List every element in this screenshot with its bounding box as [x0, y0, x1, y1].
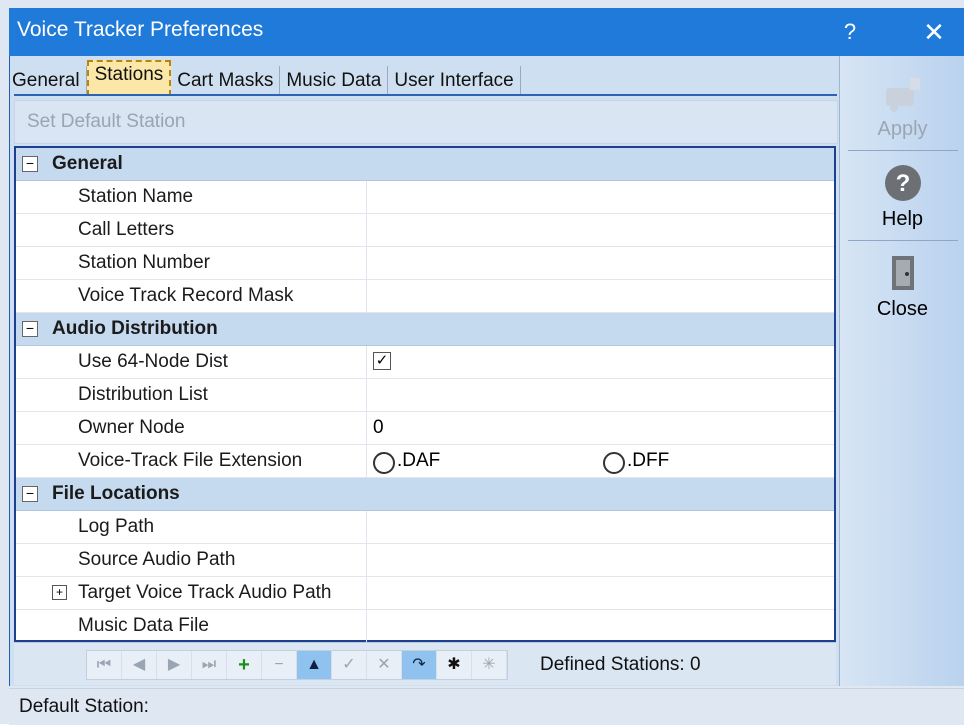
title-bar: Voice Tracker Preferences ? ✕ — [9, 8, 964, 56]
apply-button[interactable]: Apply — [840, 70, 964, 141]
close-label: Close — [876, 298, 929, 320]
call-letters-value[interactable] — [366, 214, 835, 246]
last-record-icon[interactable]: ⏭ — [192, 651, 227, 679]
value-text: 0 — [373, 417, 384, 438]
section-general[interactable]: − General — [16, 148, 834, 181]
distribution-list-value[interactable] — [366, 379, 835, 411]
side-action-panel: Apply ? Help Close — [839, 56, 964, 686]
tab-cart-masks[interactable]: Cart Masks — [171, 66, 281, 96]
use-64-node-checkbox[interactable]: ✓ — [373, 352, 391, 370]
prop-row-owner-node[interactable]: Owner Node 0 — [16, 412, 834, 445]
prop-name: Voice Track Record Mask — [78, 285, 294, 306]
prop-name: Station Number — [78, 252, 211, 273]
prop-name: Owner Node — [78, 417, 185, 438]
section-label: General — [52, 153, 123, 174]
section-label: Audio Distribution — [52, 318, 218, 339]
collapse-icon[interactable]: − — [22, 321, 38, 337]
prop-row-record-mask[interactable]: Voice Track Record Mask — [16, 280, 834, 313]
source-audio-path-value[interactable] — [366, 544, 835, 576]
tab-music-data[interactable]: Music Data — [280, 66, 389, 96]
dff-radio[interactable] — [603, 452, 625, 474]
edit-record-icon[interactable]: ▲ — [297, 651, 332, 679]
section-label: File Locations — [52, 483, 180, 504]
daf-radio[interactable] — [373, 452, 395, 474]
first-record-icon[interactable]: ⏮ — [87, 651, 122, 679]
help-icon: ? — [880, 160, 926, 206]
log-path-value[interactable] — [366, 511, 835, 543]
use-64-node-value[interactable]: ✓ — [366, 346, 835, 378]
prop-name: Use 64-Node Dist — [78, 351, 228, 372]
refresh-record-icon[interactable]: ↷ — [402, 651, 437, 679]
add-record-icon[interactable]: + — [227, 651, 262, 679]
side-divider — [848, 150, 958, 151]
help-label: Help — [881, 208, 924, 230]
close-window-button[interactable]: ✕ — [911, 16, 957, 48]
apply-icon — [880, 70, 926, 116]
prop-name: Call Letters — [78, 219, 175, 240]
prop-row-target-voice-track-path[interactable]: + Target Voice Track Audio Path — [16, 577, 834, 610]
status-bar: Default Station: — [9, 688, 964, 725]
collapse-icon[interactable]: − — [22, 156, 38, 172]
tab-underline — [14, 94, 837, 96]
expand-icon[interactable]: + — [52, 585, 67, 600]
window-title: Voice Tracker Preferences — [17, 18, 264, 41]
station-name-value[interactable] — [366, 181, 835, 213]
status-text: Default Station: — [19, 696, 149, 717]
prop-name: Distribution List — [78, 384, 208, 405]
clear-filter-icon[interactable]: ✳ — [472, 651, 507, 679]
prop-row-file-extension[interactable]: Voice-Track File Extension .DAF .DFF — [16, 445, 834, 478]
prop-row-source-audio-path[interactable]: Source Audio Path — [16, 544, 834, 577]
filter-record-icon[interactable]: ✱ — [437, 651, 472, 679]
collapse-icon[interactable]: − — [22, 486, 38, 502]
set-default-station-label: Set Default Station — [27, 111, 186, 132]
prev-record-icon[interactable]: ◀ — [122, 651, 157, 679]
property-grid: − General Station Name Call Letters Stat… — [14, 146, 836, 643]
prop-name: Source Audio Path — [78, 549, 236, 570]
tab-stations[interactable]: Stations — [86, 60, 172, 96]
side-divider — [848, 240, 958, 241]
post-record-icon[interactable]: ✓ — [332, 651, 367, 679]
prop-row-call-letters[interactable]: Call Letters — [16, 214, 834, 247]
prop-row-log-path[interactable]: Log Path — [16, 511, 834, 544]
delete-record-icon[interactable]: − — [262, 651, 297, 679]
daf-radio-label: .DAF — [397, 450, 441, 471]
close-button[interactable]: Close — [840, 250, 964, 321]
prop-name: Station Name — [78, 186, 194, 207]
cancel-record-icon[interactable]: ✕ — [367, 651, 402, 679]
tab-user-interface[interactable]: User Interface — [388, 66, 521, 96]
dff-radio-label: .DFF — [627, 450, 670, 471]
prop-name: Log Path — [78, 516, 155, 537]
prop-name: Voice-Track File Extension — [78, 450, 303, 471]
prop-name: Target Voice Track Audio Path — [78, 582, 332, 603]
record-mask-value[interactable] — [366, 280, 835, 312]
prop-row-use-64-node[interactable]: Use 64-Node Dist ✓ — [16, 346, 834, 379]
tab-strip: General Stations Cart Masks Music Data U… — [6, 60, 521, 96]
next-record-icon[interactable]: ▶ — [157, 651, 192, 679]
door-icon — [880, 250, 926, 296]
owner-node-value[interactable]: 0 — [366, 412, 835, 444]
tab-general[interactable]: General — [6, 66, 87, 96]
prop-row-station-name[interactable]: Station Name — [16, 181, 834, 214]
record-navigator: ⏮ ◀ ▶ ⏭ + − ▲ ✓ ✕ ↷ ✱ ✳ Defined Stations… — [14, 642, 836, 685]
prop-name: Music Data File — [78, 615, 209, 636]
prop-row-distribution-list[interactable]: Distribution List — [16, 379, 834, 412]
prop-row-station-number[interactable]: Station Number — [16, 247, 834, 280]
section-audio-distribution[interactable]: − Audio Distribution — [16, 313, 834, 346]
navigator-buttons: ⏮ ◀ ▶ ⏭ + − ▲ ✓ ✕ ↷ ✱ ✳ — [86, 650, 508, 680]
help-button[interactable]: ? Help — [840, 160, 964, 231]
svg-text:?: ? — [895, 170, 910, 197]
defined-stations-count: Defined Stations: 0 — [540, 654, 701, 675]
file-extension-value[interactable]: .DAF .DFF — [366, 445, 835, 477]
station-number-value[interactable] — [366, 247, 835, 279]
music-data-file-value[interactable] — [366, 610, 835, 642]
section-file-locations[interactable]: − File Locations — [16, 478, 834, 511]
target-voice-track-path-value[interactable] — [366, 577, 835, 609]
preferences-window: Voice Tracker Preferences ? ✕ General St… — [0, 0, 964, 725]
set-default-station-button[interactable]: Set Default Station — [14, 100, 838, 144]
prop-row-music-data-file[interactable]: Music Data File — [16, 610, 834, 643]
help-title-button[interactable]: ? — [835, 16, 865, 48]
apply-label: Apply — [877, 118, 928, 140]
